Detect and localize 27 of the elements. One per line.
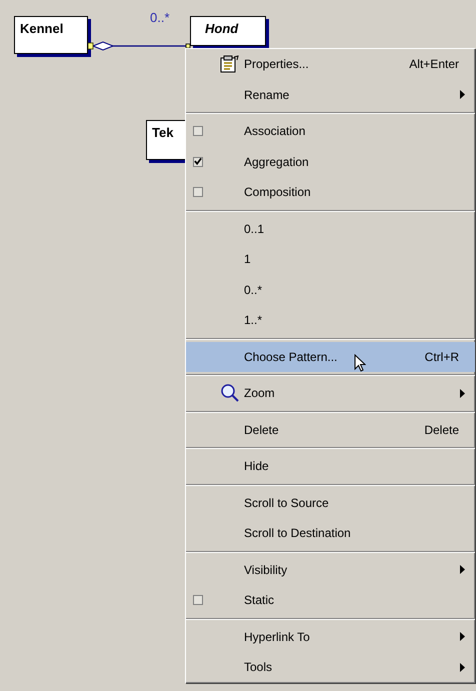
menu-item[interactable]: Static <box>186 585 475 616</box>
menu-item[interactable]: Scroll to Destination <box>186 518 475 548</box>
menu-item[interactable]: Delete Delete <box>186 414 475 445</box>
menu-item[interactable]: Choose Pattern... Ctrl+R <box>186 342 475 372</box>
menu-item[interactable]: Hyperlink To <box>186 622 475 652</box>
menu-item[interactable]: Hide <box>186 451 475 482</box>
class-box: Kennel <box>14 16 88 54</box>
multiplicity-label: 0..* <box>150 9 170 27</box>
checkbox[interactable] <box>193 187 203 198</box>
menu-item[interactable]: 0..1 <box>186 214 475 244</box>
menu-item[interactable]: Visibility <box>186 554 475 585</box>
mouse-pointer-icon <box>354 354 366 372</box>
menu-item[interactable]: Rename <box>186 80 475 110</box>
menu-item[interactable]: Scroll to Source <box>186 488 475 518</box>
checkbox[interactable] <box>193 156 203 167</box>
document-icon <box>220 55 240 74</box>
checkbox[interactable] <box>193 595 203 606</box>
menu-item[interactable]: 0..* <box>186 274 475 305</box>
checkbox[interactable] <box>193 126 203 136</box>
menu-item[interactable]: Tools <box>186 652 475 682</box>
menu-item[interactable]: 1..* <box>186 305 475 336</box>
search-icon <box>220 383 240 404</box>
menu-item[interactable]: Zoom <box>186 378 475 408</box>
menu-item[interactable]: Composition <box>186 177 475 208</box>
menu-item[interactable]: 1 <box>186 244 475 274</box>
menu-item[interactable]: Properties... Alt+Enter <box>186 49 475 80</box>
class-box: Hond <box>190 16 266 46</box>
